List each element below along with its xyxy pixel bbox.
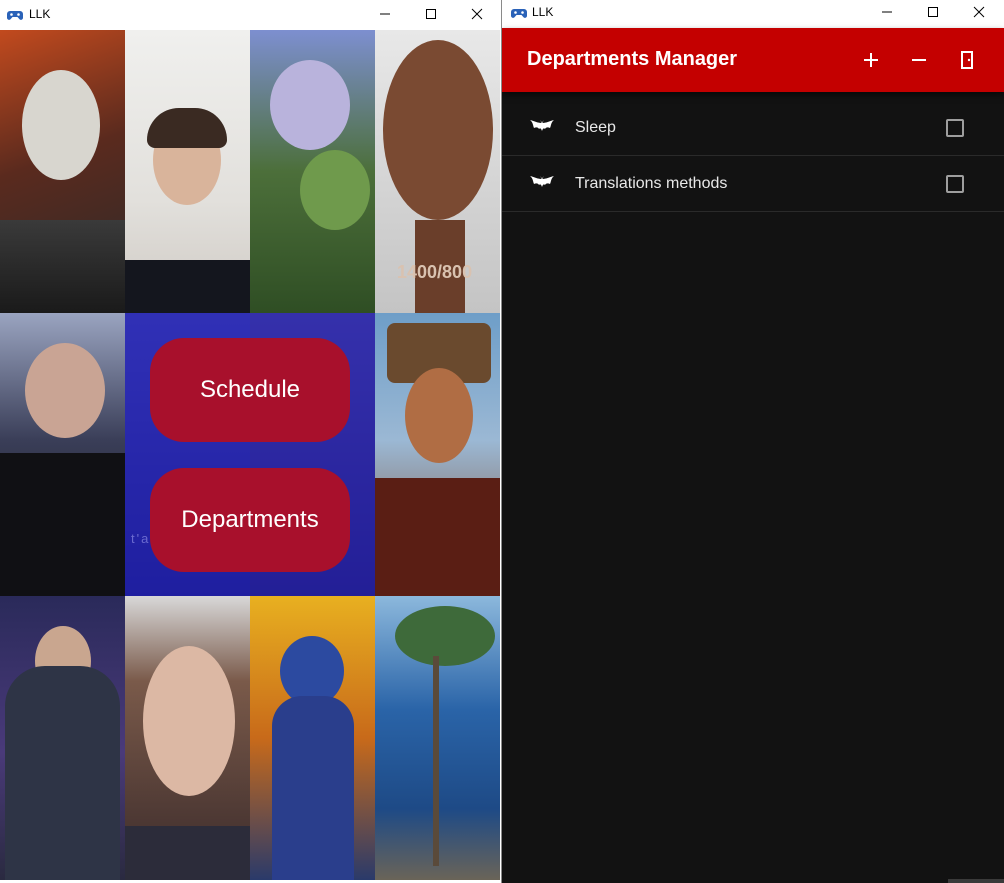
remove-department-button[interactable] [903,44,935,76]
photo-tile-lilac [250,30,375,313]
app-bar: Departments Manager [502,28,1004,92]
list-item[interactable]: Sleep [502,100,1004,156]
maximize-button[interactable] [408,0,454,28]
window-title: LLK [532,5,554,19]
department-name: Sleep [575,119,616,136]
title-bar[interactable]: LLK [0,0,501,28]
schedule-button[interactable]: Schedule [150,338,350,442]
close-icon [973,6,985,18]
photo-tile-kali [250,596,375,880]
close-icon [471,8,483,20]
photo-tile-profile [0,313,125,596]
game-controller-icon [511,9,527,18]
close-button[interactable] [454,0,500,28]
scrollbar-thumb[interactable] [948,879,1004,883]
minimize-icon [882,11,892,13]
close-button[interactable] [956,0,1002,28]
department-checkbox[interactable] [946,175,964,193]
photo-tile-cowboy [375,313,500,596]
department-checkbox[interactable] [946,119,964,137]
bat-icon [530,120,554,131]
add-icon [864,53,878,67]
bat-icon [530,176,554,187]
departments-manager-window: LLK Departments Manager Sleep Translatio… [502,0,1004,883]
minimize-icon [380,13,390,15]
departments-list: Sleep Translations methods [502,100,1004,212]
game-controller-icon [7,11,23,20]
add-department-button[interactable] [855,44,887,76]
maximize-icon [426,9,436,19]
exit-button[interactable] [951,44,983,76]
maximize-button[interactable] [910,0,956,28]
departments-button[interactable]: Departments [150,468,350,572]
photo-tile-girl [125,596,250,880]
title-bar[interactable]: LLK [502,0,1004,28]
remove-icon [912,59,926,61]
minimize-button[interactable] [362,0,408,28]
photo-tile-face-tattoo: 1400/800 [375,30,500,313]
list-item[interactable]: Translations methods [502,156,1004,212]
page-title: Departments Manager [527,48,738,70]
photo-tile-hoodie [0,596,125,880]
minimize-button[interactable] [864,0,910,28]
maximize-icon [928,7,938,17]
window-title: LLK [29,7,51,21]
photo-tile-portrait [125,30,250,313]
main-menu-window: LLK 1400/800 Schedule Departments [0,0,502,883]
department-name: Translations methods [575,175,728,192]
tile-watermark: 1400/800 [397,262,473,282]
photo-tile-joker [0,30,125,313]
exit-door-icon [961,51,973,69]
photo-tile-sea-tree [375,596,500,880]
